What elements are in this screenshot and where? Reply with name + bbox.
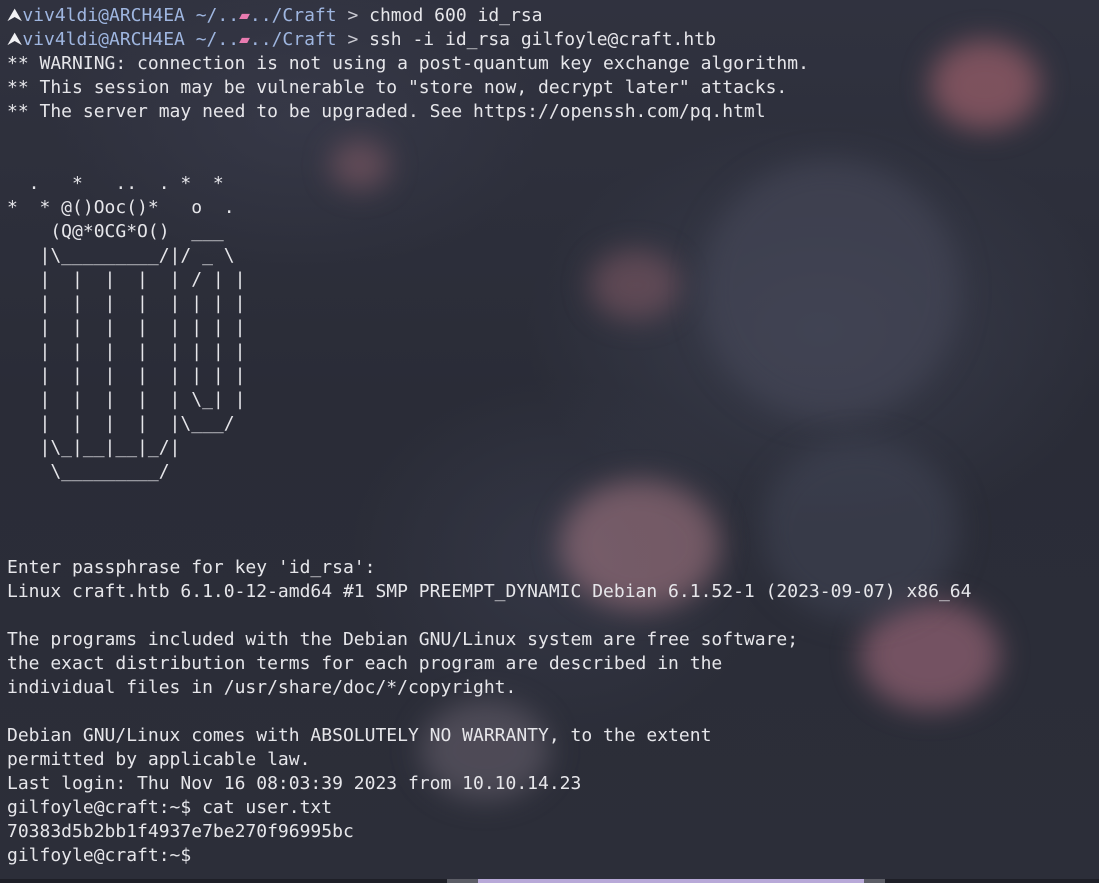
local-prompt-line: ⮝viv4ldi@ARCH4EA ~/..▰../Craft > ssh -i … xyxy=(7,28,1099,52)
banner-art-line: | | | | | | | | xyxy=(7,341,246,362)
prompt-user-host: viv4ldi@ARCH4EA xyxy=(22,29,185,50)
prompt-path-suffix: ../Craft xyxy=(249,29,337,50)
banner-art-line: * * @()Ooc()* o . xyxy=(7,197,235,218)
prompt-chevron: > xyxy=(336,5,370,26)
scrollbar-thumb-accent xyxy=(478,879,864,883)
arch-logo-icon: ⮝ xyxy=(7,5,23,26)
banner-art-line: | | | | | | | | xyxy=(7,365,246,386)
horizontal-scrollbar[interactable] xyxy=(0,879,1099,883)
banner-art-line: | | | | | \_| | xyxy=(7,389,246,410)
warning-line: ** This session may be vulnerable to "st… xyxy=(7,77,788,98)
arch-logo-icon: ⮝ xyxy=(7,29,23,50)
warning-line: ** WARNING: connection is not using a po… xyxy=(7,53,809,74)
banner-art-line: | | | | |\___/ xyxy=(7,413,235,434)
command-text: ssh -i id_rsa gilfoyle@craft.htb xyxy=(369,29,716,50)
warranty-line: permitted by applicable law. xyxy=(7,749,311,770)
terminal-window[interactable]: ⮝viv4ldi@ARCH4EA ~/..▰../Craft > chmod 6… xyxy=(0,0,1099,883)
local-prompt-line: ⮝viv4ldi@ARCH4EA ~/..▰../Craft > chmod 6… xyxy=(7,4,1099,28)
command-text: chmod 600 id_rsa xyxy=(369,5,543,26)
banner-art-line: . * .. . * * xyxy=(7,173,224,194)
warranty-line: Debian GNU/Linux comes with ABSOLUTELY N… xyxy=(7,725,712,746)
remote-prompt-input[interactable]: gilfoyle@craft:~$ xyxy=(7,844,1099,868)
banner-art-line: |\_|__|__|_/| xyxy=(7,437,181,458)
prompt-path-prefix: ~/.. xyxy=(184,29,240,50)
folder-icon: ▰ xyxy=(239,5,250,26)
prompt-path-suffix: ../Craft xyxy=(249,5,337,26)
prompt-path-prefix: ~/.. xyxy=(184,5,240,26)
uname-line: Linux craft.htb 6.1.0-12-amd64 #1 SMP PR… xyxy=(7,581,972,602)
prompt-chevron: > xyxy=(336,29,370,50)
banner-art-line: | | | | | / | | xyxy=(7,269,246,290)
banner-art-line: (Q@*0CG*O() ___ xyxy=(7,221,224,242)
passphrase-prompt: Enter passphrase for key 'id_rsa': xyxy=(7,557,376,578)
banner-art-line: | | | | | | | | xyxy=(7,317,246,338)
last-login-line: Last login: Thu Nov 16 08:03:39 2023 fro… xyxy=(7,773,582,794)
motd-line: the exact distribution terms for each pr… xyxy=(7,653,723,674)
warning-line: ** The server may need to be upgraded. S… xyxy=(7,101,766,122)
prompt-user-host: viv4ldi@ARCH4EA xyxy=(22,5,185,26)
motd-line: The programs included with the Debian GN… xyxy=(7,629,799,650)
banner-art-line: | | | | | | | | xyxy=(7,293,246,314)
banner-art-line: |\_________/|/ _ \ xyxy=(7,245,235,266)
folder-icon: ▰ xyxy=(239,29,250,50)
remote-command-line: gilfoyle@craft:~$ cat user.txt xyxy=(7,797,333,818)
flag-output: 70383d5b2bb1f4937e7be270f96995bc xyxy=(7,821,354,842)
banner-art-line: \_________/ xyxy=(7,461,170,482)
motd-line: individual files in /usr/share/doc/*/cop… xyxy=(7,677,517,698)
